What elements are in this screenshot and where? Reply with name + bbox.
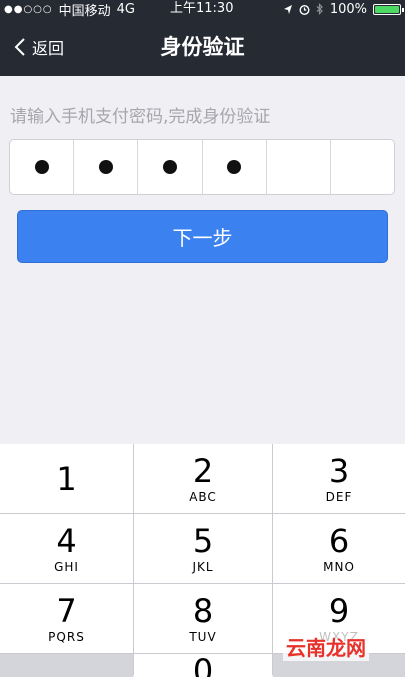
key-letters: ABC bbox=[189, 489, 217, 504]
key-digit: 6 bbox=[328, 521, 350, 560]
password-hint: 请输入手机支付密码,完成身份验证 bbox=[10, 107, 271, 127]
bluetooth-icon bbox=[316, 3, 323, 15]
key-letters: TUV bbox=[189, 629, 217, 644]
signal-dots-icon: ●●○○○ bbox=[4, 3, 53, 15]
battery-icon bbox=[373, 3, 404, 15]
key-7[interactable]: 7 PQRS bbox=[0, 584, 133, 653]
key-5[interactable]: 5 JKL bbox=[134, 514, 272, 583]
pin-cell bbox=[267, 140, 331, 194]
pin-cell bbox=[74, 140, 139, 194]
status-right: 100% bbox=[283, 0, 404, 18]
pin-dot-icon bbox=[162, 160, 177, 174]
password-pin-field[interactable] bbox=[9, 139, 395, 195]
status-left: ●●○○○ 中国移动 4G bbox=[4, 0, 136, 19]
key-8[interactable]: 8 TUV bbox=[134, 584, 272, 653]
key-4[interactable]: 4 GHI bbox=[0, 514, 133, 583]
pin-cell bbox=[331, 140, 394, 194]
status-bar: ●●○○○ 中国移动 4G 上午11:30 100% bbox=[0, 0, 405, 19]
key-digit: 9 bbox=[328, 591, 350, 630]
battery-label: 100% bbox=[329, 1, 367, 17]
key-digit: 7 bbox=[56, 591, 77, 630]
status-time: 上午11:30 bbox=[170, 1, 234, 16]
nav-bar: 返回 身份验证 bbox=[0, 18, 405, 76]
key-letters: GHI bbox=[54, 559, 79, 574]
pin-dot-icon bbox=[98, 160, 113, 174]
location-arrow-icon bbox=[283, 4, 292, 14]
key-digit: 8 bbox=[192, 591, 214, 630]
watermark-logo: 云南龙网 bbox=[283, 632, 369, 661]
key-digit: 5 bbox=[192, 521, 214, 560]
network-label: 4G bbox=[116, 1, 136, 17]
key-0[interactable]: 0 bbox=[134, 654, 272, 677]
pin-cell bbox=[138, 140, 203, 194]
battery-fill bbox=[375, 5, 399, 13]
key-digit: 1 bbox=[56, 459, 77, 498]
key-letters: PQRS bbox=[48, 629, 85, 644]
page-title: 身份验证 bbox=[160, 35, 245, 59]
key-letters: DEF bbox=[325, 489, 353, 504]
key-2[interactable]: 2 ABC bbox=[134, 444, 272, 513]
key-3[interactable]: 3 DEF bbox=[273, 444, 405, 513]
pin-cell bbox=[10, 140, 75, 194]
key-digit: 4 bbox=[56, 521, 77, 560]
pin-dot-icon bbox=[227, 160, 242, 174]
pin-cell bbox=[203, 140, 267, 194]
key-1[interactable]: 1 bbox=[0, 444, 133, 513]
key-digit: 0 bbox=[192, 654, 214, 677]
key-6[interactable]: 6 MNO bbox=[273, 514, 405, 583]
key-blank[interactable] bbox=[0, 654, 133, 677]
carrier-label: 中国移动 bbox=[58, 3, 111, 19]
key-digit: 3 bbox=[328, 451, 350, 490]
key-letters: MNO bbox=[323, 559, 355, 574]
pin-dot-icon bbox=[34, 160, 49, 174]
key-letters: JKL bbox=[192, 559, 214, 574]
alarm-clock-icon bbox=[299, 4, 310, 15]
next-step-button[interactable]: 下一步 bbox=[17, 210, 388, 263]
key-digit: 2 bbox=[192, 451, 214, 490]
